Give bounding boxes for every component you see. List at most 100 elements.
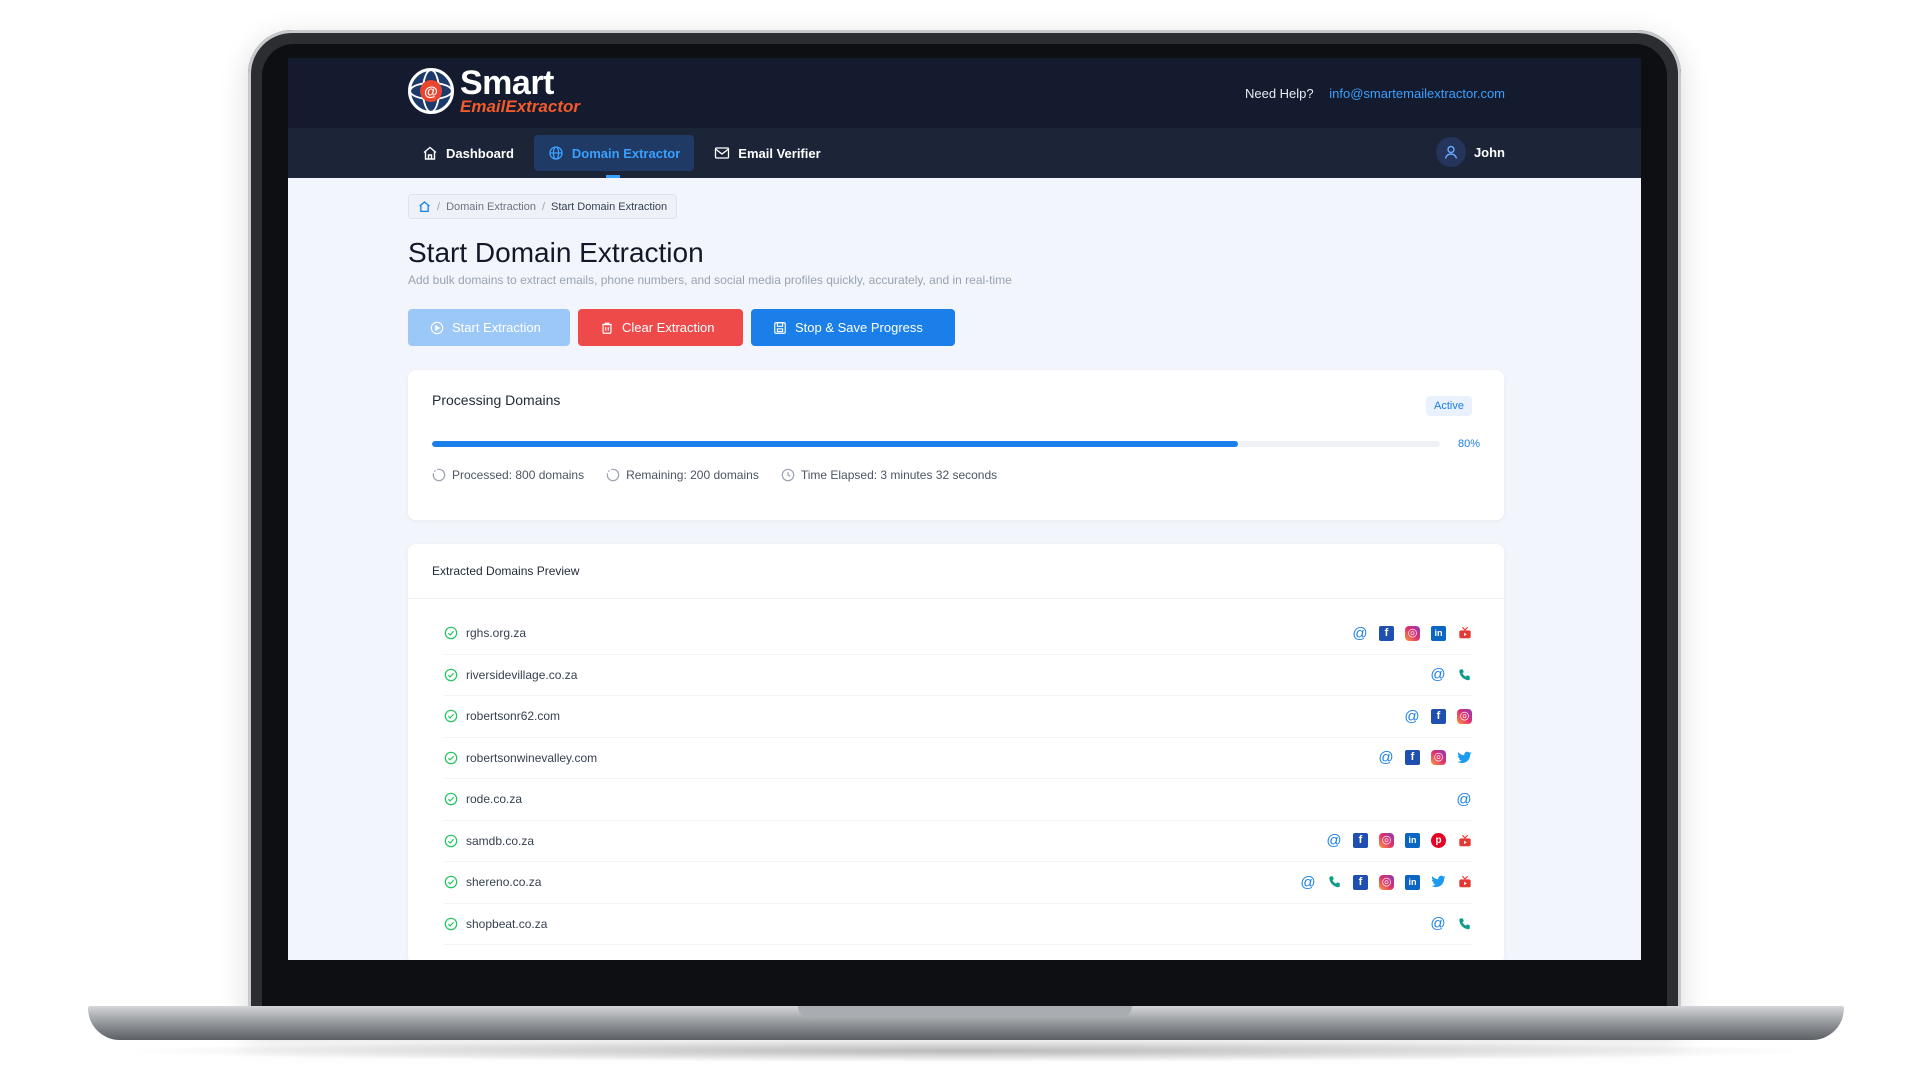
start-extraction-label: Start Extraction: [452, 320, 541, 335]
check-circle-icon: [444, 668, 458, 682]
nav-item-label: Dashboard: [446, 145, 514, 161]
linkedin-icon[interactable]: in: [1405, 874, 1420, 890]
domain-name[interactable]: shereno.co.za: [466, 875, 541, 889]
nav-item-dashboard[interactable]: Dashboard: [408, 135, 528, 171]
table-row[interactable]: rghs.org.za @ f ◎ in: [444, 613, 1472, 655]
nav-item-domain-extractor[interactable]: Domain Extractor: [533, 135, 695, 178]
domain-name[interactable]: rode.co.za: [466, 792, 522, 806]
twitter-icon[interactable]: [1457, 750, 1472, 765]
phone-icon[interactable]: [1457, 916, 1472, 931]
pinterest-icon[interactable]: p: [1431, 833, 1446, 849]
instagram-icon[interactable]: ◎: [1379, 874, 1394, 890]
breadcrumb-item-current: Start Domain Extraction: [551, 200, 668, 213]
extracted-domains-card: Extracted Domains Preview rghs.org.za @ f ◎…: [408, 544, 1504, 960]
table-row[interactable]: robertsonwinevalley.com @ f ◎: [444, 738, 1472, 779]
instagram-icon[interactable]: ◎: [1457, 708, 1472, 724]
start-extraction-button[interactable]: Start Extraction: [408, 309, 570, 346]
status-badge: Active: [1426, 396, 1472, 416]
email-icon[interactable]: @: [1326, 833, 1342, 848]
progress-percent: 80%: [1457, 438, 1480, 450]
table-row[interactable]: robertsonr62.com @ f ◎: [444, 696, 1472, 738]
domain-name[interactable]: riversidevillage.co.za: [466, 668, 577, 682]
domain-cell: shopbeat.co.za: [444, 917, 547, 931]
domain-name[interactable]: shopbeat.co.za: [466, 917, 547, 931]
clear-extraction-button[interactable]: Clear Extraction: [578, 309, 743, 346]
instagram-icon[interactable]: ◎: [1405, 625, 1420, 641]
domain-name[interactable]: robertsonr62.com: [466, 709, 560, 723]
domain-list: rghs.org.za @ f ◎ in riversidevillage.co.za @ r…: [408, 599, 1504, 945]
logo-text: Smart EmailExtractor: [460, 66, 580, 115]
help-email-link[interactable]: info@smartemailextractor.com: [1329, 86, 1505, 101]
contact-icons: @ f ◎: [1404, 708, 1472, 724]
breadcrumb-item-domain-extraction[interactable]: Domain Extraction: [446, 201, 536, 213]
nav-item-label: Domain Extractor: [571, 145, 681, 161]
domain-cell: riversidevillage.co.za: [444, 668, 577, 682]
domain-name[interactable]: rghs.org.za: [466, 626, 526, 640]
stop-save-progress-button[interactable]: Stop & Save Progress: [751, 309, 955, 346]
user-name: John: [1473, 144, 1505, 160]
twitter-icon[interactable]: [1431, 875, 1446, 890]
home-icon[interactable]: [418, 200, 431, 213]
facebook-icon[interactable]: f: [1353, 874, 1368, 890]
progress-bar-fill: [432, 441, 1239, 447]
main-nav: Dashboard Domain Extractor Email Verifie…: [288, 128, 1641, 178]
instagram-icon[interactable]: ◎: [1431, 750, 1446, 766]
instagram-icon[interactable]: ◎: [1379, 833, 1394, 849]
stop-save-progress-label: Stop & Save Progress: [795, 320, 923, 335]
user-menu[interactable]: John: [1435, 137, 1505, 167]
nav-item-label: Email Verifier: [738, 145, 821, 161]
facebook-icon[interactable]: f: [1431, 708, 1446, 724]
laptop-notch: [798, 1006, 1132, 1018]
email-icon[interactable]: @: [1404, 709, 1420, 724]
action-buttons: Start Extraction Clear Extraction Stop &…: [408, 309, 1504, 346]
table-row[interactable]: rode.co.za @: [444, 779, 1472, 821]
stat-elapsed-text: Time Elapsed: 3 minutes 32 seconds: [800, 468, 998, 482]
progress-bar: [432, 441, 1440, 447]
page-subtitle: Add bulk domains to extract emails, phon…: [408, 273, 1012, 287]
email-icon[interactable]: @: [1352, 626, 1368, 641]
nav-item-email-verifier[interactable]: Email Verifier: [700, 135, 834, 171]
table-row[interactable]: shereno.co.za @ f ◎ in: [444, 862, 1472, 904]
contact-icons: @: [1430, 667, 1472, 682]
linkedin-icon[interactable]: in: [1431, 625, 1446, 641]
check-circle-icon: [444, 709, 458, 723]
linkedin-icon[interactable]: in: [1405, 833, 1420, 849]
domain-name[interactable]: samdb.co.za: [466, 834, 534, 848]
main-content: / Domain Extraction / Start Domain Extra…: [288, 178, 1641, 960]
contact-icons: @ f ◎ in: [1300, 874, 1472, 890]
check-circle-icon: [444, 834, 458, 848]
logo-sub-text: EmailExtractor: [460, 97, 580, 116]
phone-icon[interactable]: [1457, 667, 1472, 682]
phone-icon[interactable]: [1327, 875, 1342, 890]
contact-icons: @ f ◎: [1378, 750, 1472, 766]
progress-stats: Processed: 800 domains Remaining: 200 do…: [432, 468, 1480, 482]
domain-cell: robertsonr62.com: [444, 709, 560, 723]
email-icon[interactable]: @: [1300, 875, 1316, 890]
home-icon: [423, 146, 437, 160]
email-icon[interactable]: @: [1456, 792, 1472, 807]
globe-icon: [549, 146, 563, 160]
spinner-icon: [606, 468, 620, 482]
email-icon[interactable]: @: [1430, 667, 1446, 682]
domain-cell: robertsonwinevalley.com: [444, 751, 597, 765]
logo-main-text: Smart: [460, 64, 554, 102]
facebook-icon[interactable]: f: [1353, 833, 1368, 849]
youtube-icon[interactable]: [1457, 626, 1472, 641]
email-icon[interactable]: @: [1430, 916, 1446, 931]
processing-card: Processing Domains Active 80% Processed:…: [408, 370, 1504, 520]
youtube-icon[interactable]: [1457, 833, 1472, 848]
table-row[interactable]: shopbeat.co.za @: [444, 904, 1472, 945]
app-logo[interactable]: @ Smart EmailExtractor: [408, 66, 580, 115]
spinner-icon: [432, 468, 446, 482]
page-title: Start Domain Extraction: [408, 237, 704, 268]
contact-icons: @: [1430, 916, 1472, 931]
facebook-icon[interactable]: f: [1405, 750, 1420, 766]
check-circle-icon: [444, 917, 458, 931]
email-icon[interactable]: @: [1378, 750, 1394, 765]
trash-icon: [602, 322, 612, 334]
table-row[interactable]: riversidevillage.co.za @: [444, 655, 1472, 696]
facebook-icon[interactable]: f: [1379, 625, 1394, 641]
domain-name[interactable]: robertsonwinevalley.com: [466, 751, 597, 765]
table-row[interactable]: samdb.co.za @ f ◎ in p: [444, 821, 1472, 862]
youtube-icon[interactable]: [1457, 875, 1472, 890]
